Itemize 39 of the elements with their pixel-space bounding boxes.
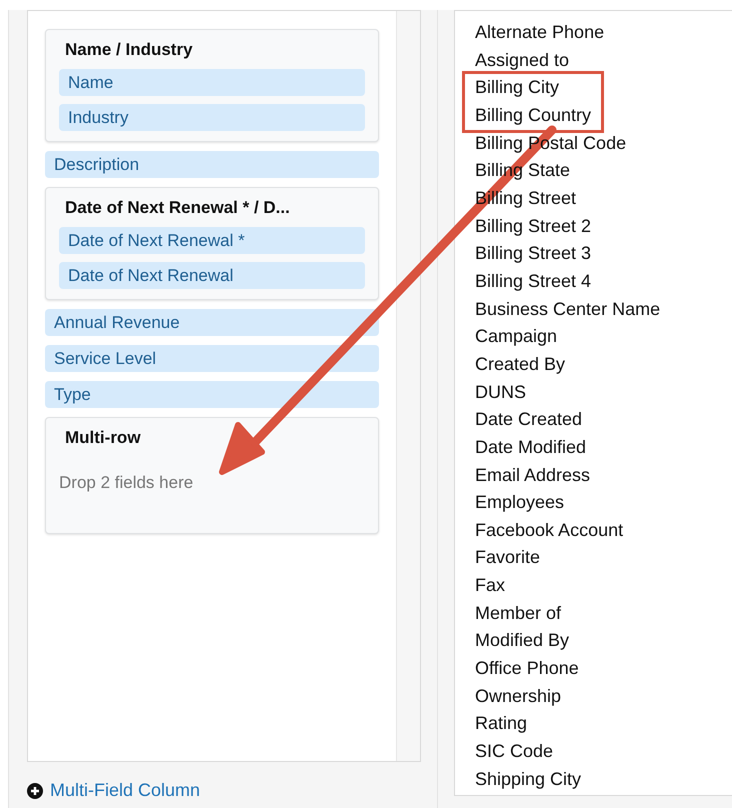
field-item[interactable]: Fax: [475, 572, 732, 600]
field-item[interactable]: Ownership: [475, 682, 732, 710]
field-item[interactable]: Member of: [475, 600, 732, 628]
field-item[interactable]: Office Phone: [475, 655, 732, 683]
field-item[interactable]: Billing Street 3: [475, 240, 732, 268]
add-icon[interactable]: [27, 782, 43, 798]
field-item[interactable]: Email Address: [475, 462, 732, 490]
field-item[interactable]: Employees: [475, 489, 732, 517]
field-item[interactable]: Facebook Account: [475, 516, 732, 544]
field-pill[interactable]: Date of Next Renewal *: [59, 227, 365, 254]
field-item[interactable]: SIC Code: [475, 738, 732, 766]
field-pill[interactable]: Date of Next Renewal: [59, 262, 365, 289]
field-pill[interactable]: Annual Revenue: [45, 309, 379, 336]
field-item[interactable]: Billing City: [475, 74, 592, 102]
multi-field-column-link[interactable]: Multi-Field Column: [50, 780, 200, 801]
field-item[interactable]: Business Center Name: [475, 296, 732, 324]
field-item[interactable]: Created By: [475, 350, 732, 379]
field-item[interactable]: Billing Country: [475, 102, 592, 130]
field-item[interactable]: Alternate Phone: [475, 19, 732, 47]
field-item[interactable]: DUNS: [475, 378, 732, 406]
field-item[interactable]: Rating: [475, 710, 732, 738]
field-item[interactable]: Shipping City: [475, 766, 732, 794]
field-item[interactable]: Favorite: [475, 544, 732, 572]
field-item[interactable]: Date Created: [475, 406, 732, 434]
field-item[interactable]: Billing Street 2: [475, 212, 732, 240]
field-pill[interactable]: Industry: [59, 104, 365, 131]
group-title: Date of Next Renewal * / D...: [64, 197, 291, 219]
field-item[interactable]: Modified By: [475, 627, 732, 656]
field-item[interactable]: Assigned to: [475, 46, 732, 74]
group-title: Name / Industry: [64, 39, 194, 61]
field-pill[interactable]: Type: [45, 381, 379, 408]
field-pill[interactable]: Service Level: [45, 345, 379, 372]
field-item[interactable]: Campaign: [475, 323, 732, 351]
drop-hint: Drop 2 fields here: [59, 472, 194, 494]
group-title: Multi-row: [64, 427, 142, 449]
field-pill[interactable]: Name: [59, 69, 365, 96]
field-pill[interactable]: Description: [45, 151, 379, 178]
field-item[interactable]: Date Modified: [475, 434, 732, 462]
field-item[interactable]: Billing Street 4: [475, 268, 732, 296]
